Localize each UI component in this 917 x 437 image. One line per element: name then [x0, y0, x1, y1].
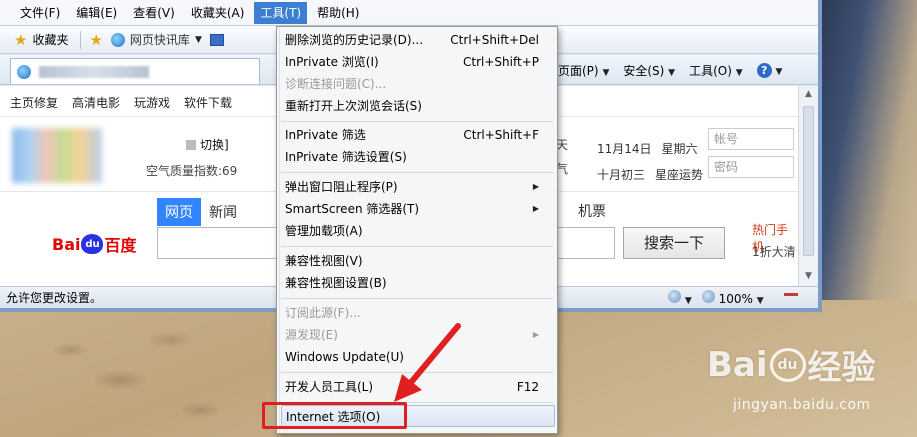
menu-item-compat-view[interactable]: 兼容性视图(V)	[285, 250, 553, 272]
browser-tab[interactable]	[10, 58, 260, 84]
zoom-icon	[701, 290, 715, 303]
nav-link[interactable]: 玩游戏	[134, 94, 170, 111]
star-icon: ★	[14, 30, 28, 49]
date-area: 11月14日 星期六 十月初三 星座运势	[597, 136, 703, 188]
paw-icon: du	[81, 234, 104, 254]
scroll-up-icon[interactable]: ▲	[799, 86, 818, 102]
zoom-level: 100%	[718, 292, 753, 306]
protected-mode-icon[interactable]: ▼	[668, 290, 692, 306]
ie-icon	[17, 64, 31, 79]
search-button[interactable]: 搜索一下	[623, 227, 725, 259]
quicklinks-label: 网页快讯库	[129, 33, 190, 47]
tab-title-blurred	[39, 65, 149, 78]
menu-item-inprivate-browsing[interactable]: InPrivate 浏览(I) Ctrl+Shift+P	[285, 51, 553, 73]
top-nav-links: 主页修复 高清电影 玩游戏 软件下载	[10, 94, 232, 111]
search-tab-news[interactable]: 新闻	[201, 198, 245, 226]
search-tabs: 网页 新闻	[157, 198, 245, 226]
menu-item-compat-view-settings[interactable]: 兼容性视图设置(B)	[285, 272, 553, 294]
menu-view[interactable]: 查看(V)	[127, 2, 181, 24]
help-icon: ?	[756, 63, 772, 78]
menu-item-smartscreen[interactable]: SmartScreen 筛选器(T) ▶	[285, 198, 553, 220]
chevron-down-icon: ▼	[194, 34, 202, 45]
safety-menu-button[interactable]: 安全(S) ▼	[623, 62, 675, 79]
vertical-scrollbar[interactable]: ▲ ▼	[798, 86, 818, 286]
search-tab-web[interactable]: 网页	[157, 198, 201, 226]
menu-item-diagnose-connection: 诊断连接问题(C)...	[285, 77, 387, 91]
submenu-arrow-icon: ▶	[532, 330, 539, 339]
paw-icon: du	[769, 347, 806, 382]
favorites-button[interactable]: ★ 收藏夹	[10, 29, 72, 51]
menu-separator	[281, 172, 553, 173]
menu-item-inprivate-filtering[interactable]: InPrivate 筛选 Ctrl+Shift+F	[285, 124, 553, 146]
image-icon[interactable]	[209, 33, 224, 46]
weather-logo-blurred	[12, 128, 102, 183]
annotation-arrow-icon	[394, 323, 461, 402]
menu-tools[interactable]: 工具(T)	[254, 1, 308, 24]
chevron-down-icon: ▼	[756, 296, 764, 306]
status-text: 允许您更改设置。	[6, 291, 103, 305]
nav-link[interactable]: 高清电影	[72, 94, 120, 111]
baidu-logo[interactable]: Bai du 百度	[52, 232, 137, 256]
scroll-down-icon[interactable]: ▼	[799, 268, 818, 284]
submenu-arrow-icon: ▶	[532, 204, 539, 213]
search-tab-flights[interactable]: 机票	[578, 201, 606, 221]
zoom-control[interactable]: 100% ▼	[701, 290, 764, 306]
switch-label: 切换]	[200, 138, 229, 152]
account-field[interactable]: 帐号	[708, 128, 794, 150]
add-favorite-icon[interactable]: ★	[89, 31, 102, 49]
menu-separator	[281, 121, 553, 122]
menu-item-reopen-session[interactable]: 重新打开上次浏览会话(S)	[285, 95, 553, 117]
horoscope-link[interactable]: 星座运势	[655, 162, 703, 188]
toolbar-divider	[80, 30, 82, 49]
menu-item-delete-history[interactable]: 删除浏览的历史记录(D)... Ctrl+Shift+Del	[285, 29, 553, 51]
login-form: 帐号 密码	[708, 128, 794, 184]
favorites-label: 收藏夹	[32, 33, 69, 47]
help-button[interactable]: ? ▼	[756, 63, 782, 78]
menu-favorites[interactable]: 收藏夹(A)	[185, 2, 251, 24]
menu-item-inprivate-filter-settings[interactable]: InPrivate 筛选设置(S)	[285, 146, 553, 168]
weekday: 星期六	[661, 142, 698, 156]
menu-help[interactable]: 帮助(H)	[311, 2, 365, 24]
hot-sub-text: 1折大清	[752, 245, 796, 259]
nav-link[interactable]: 软件下载	[184, 94, 232, 111]
menu-file[interactable]: 文件(F)	[14, 2, 66, 24]
baidu-jingyan-watermark: Bai du 经验	[707, 344, 876, 389]
status-mark	[784, 293, 798, 296]
lunar-date: 十月初三	[597, 168, 646, 182]
watermark-url: jingyan.baidu.com	[733, 397, 871, 413]
logo-text: 百度	[104, 236, 137, 255]
command-buttons: 页面(P) ▼ 安全(S) ▼ 工具(O) ▼ ? ▼	[558, 62, 782, 79]
menu-bar: 文件(F) 编辑(E) 查看(V) 收藏夹(A) 工具(T) 帮助(H)	[0, 0, 818, 26]
aqi-label: 空气质量指数:69	[146, 164, 238, 178]
menu-edit[interactable]: 编辑(E)	[70, 2, 123, 24]
tools-menu-button[interactable]: 工具(O) ▼	[689, 62, 743, 79]
status-right: ▼ 100% ▼	[668, 290, 764, 306]
menu-item-popup-blocker[interactable]: 弹出窗口阻止程序(P) ▶	[285, 176, 553, 198]
page-menu-button[interactable]: 页面(P) ▼	[558, 62, 609, 79]
menu-item-manage-addons[interactable]: 管理加载项(A)	[285, 220, 553, 242]
menu-separator	[281, 246, 553, 247]
nav-link[interactable]: 主页修复	[10, 94, 58, 111]
password-field[interactable]: 密码	[708, 156, 794, 178]
blurred-city	[186, 139, 196, 150]
quicklinks-link[interactable]: 网页快讯库 ▼	[110, 31, 202, 48]
desktop-wallpaper-edge	[822, 0, 917, 300]
logo-text: Bai	[52, 234, 81, 254]
date: 11月14日	[597, 142, 652, 156]
submenu-arrow-icon: ▶	[532, 182, 539, 191]
scroll-thumb[interactable]	[803, 106, 814, 256]
menu-separator	[281, 298, 553, 299]
city-switch[interactable]: 切换]	[186, 136, 229, 153]
ie-icon	[110, 32, 125, 47]
